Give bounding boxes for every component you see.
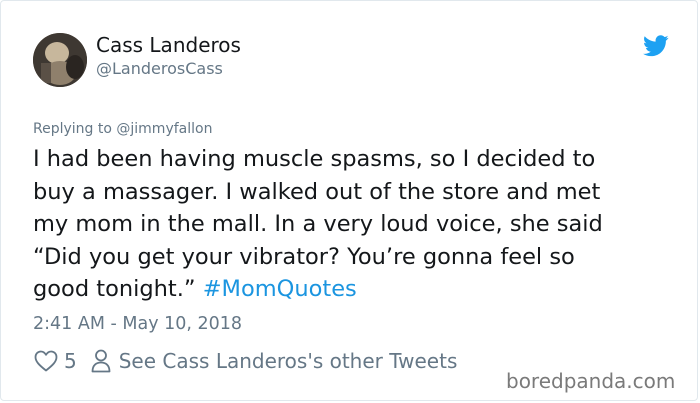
twitter-bird-icon[interactable] xyxy=(643,35,669,57)
avatar[interactable] xyxy=(33,33,87,87)
replying-to-prefix: Replying to xyxy=(33,121,117,137)
tweet-text-line: buy a massager. I walked out of the stor… xyxy=(33,178,601,205)
like-button[interactable]: 5 xyxy=(34,349,77,373)
tweet-card: Cass Landeros @LanderosCass Replying to … xyxy=(0,0,698,401)
user-handle[interactable]: @LanderosCass xyxy=(96,59,223,79)
tweet-text-line: “Did you get your vibrator? You’re gonna… xyxy=(33,243,575,270)
other-tweets-label: See Cass Landeros's other Tweets xyxy=(118,349,458,373)
tweet-actions: 5 See Cass Landeros's other Tweets xyxy=(34,348,457,374)
replying-to: Replying to @jimmyfallon xyxy=(33,120,212,138)
tweet-text-line: I had been having muscle spasms, so I de… xyxy=(33,146,596,172)
watermark: boredpanda.com xyxy=(506,369,676,393)
like-count: 5 xyxy=(64,349,77,373)
tweet-text: I had been having muscle spasms, so I de… xyxy=(33,143,663,306)
other-tweets-link[interactable]: See Cass Landeros's other Tweets xyxy=(91,349,458,373)
person-icon xyxy=(91,349,111,373)
heart-icon xyxy=(34,350,58,372)
user-display-name[interactable]: Cass Landeros xyxy=(96,33,241,57)
hashtag-link[interactable]: #MomQuotes xyxy=(203,276,357,302)
reply-mention-link[interactable]: @jimmyfallon xyxy=(116,121,212,137)
tweet-timestamp[interactable]: 2:41 AM - May 10, 2018 xyxy=(33,313,242,335)
tweet-text-line: good tonight.” xyxy=(33,276,203,302)
tweet-text-line: my mom in the mall. In a very loud voice… xyxy=(33,211,603,237)
